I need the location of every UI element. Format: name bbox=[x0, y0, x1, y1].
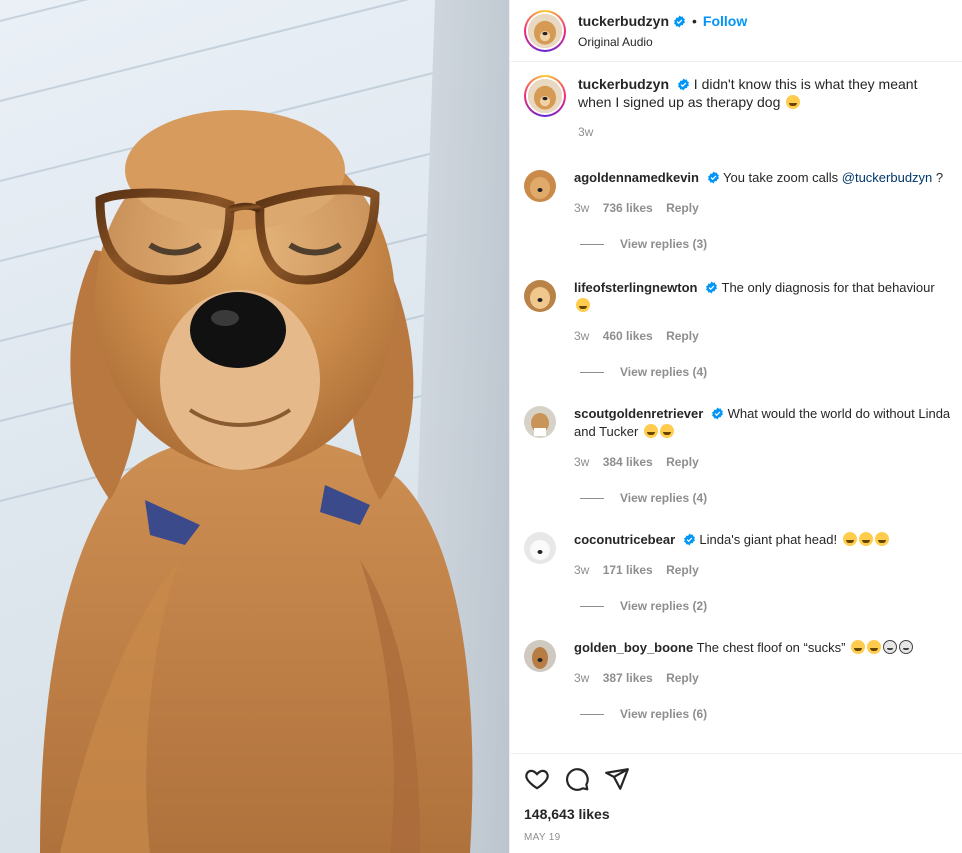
view-replies-button[interactable]: View replies (4) bbox=[574, 363, 954, 381]
comment-likes[interactable]: 736 likes bbox=[603, 201, 653, 215]
comment-suffix: ? bbox=[932, 170, 944, 185]
reply-button[interactable]: Reply bbox=[666, 329, 699, 343]
view-replies-button[interactable]: View replies (4) bbox=[574, 489, 954, 507]
comment-username[interactable]: golden_boy_boone bbox=[574, 640, 693, 655]
laughing-emoji-icon bbox=[576, 298, 590, 312]
comment-item: lifeofsterlingnewton The only diagnosis … bbox=[524, 279, 954, 381]
skull-emoji-icon bbox=[899, 640, 914, 654]
rofl-emoji-icon bbox=[874, 532, 889, 546]
comment-likes[interactable]: 384 likes bbox=[603, 455, 653, 469]
commenter-avatar[interactable] bbox=[524, 532, 556, 564]
comment-text: You take zoom calls bbox=[723, 170, 839, 185]
reply-button[interactable]: Reply bbox=[666, 563, 699, 577]
comment-age: 3w bbox=[574, 201, 590, 215]
comment-text: Linda's giant phat head! bbox=[699, 532, 838, 547]
heart-icon[interactable] bbox=[524, 766, 550, 792]
comment-icon[interactable] bbox=[564, 766, 590, 792]
caption-avatar[interactable] bbox=[524, 75, 566, 117]
comment-item: golden_boy_boone The chest floof on “suc… bbox=[524, 639, 954, 723]
commenter-avatar[interactable] bbox=[524, 170, 556, 202]
caption-age: 3w bbox=[578, 125, 594, 139]
comment-username[interactable]: coconutricebear bbox=[574, 532, 675, 547]
commenter-avatar[interactable] bbox=[524, 406, 556, 438]
laughing-emoji-icon bbox=[867, 640, 882, 654]
grimace-emoji-icon bbox=[786, 95, 801, 109]
likes-count[interactable]: 148,643 likes bbox=[524, 806, 948, 822]
comment-age: 3w bbox=[574, 563, 590, 577]
separator-dot: • bbox=[692, 13, 697, 29]
post-caption: tuckerbudzyn I didn't know this is what … bbox=[524, 75, 950, 141]
reply-button[interactable]: Reply bbox=[666, 671, 699, 685]
view-replies-button[interactable]: View replies (3) bbox=[574, 235, 954, 253]
rofl-emoji-icon bbox=[858, 532, 873, 546]
comment-age: 3w bbox=[574, 671, 590, 685]
comment-item: agoldennamedkevin You take zoom calls @t… bbox=[524, 169, 954, 253]
comment-age: 3w bbox=[574, 329, 590, 343]
author-username[interactable]: tuckerbudzyn bbox=[578, 13, 669, 29]
verified-badge-icon bbox=[677, 78, 689, 91]
verified-badge-icon bbox=[707, 171, 719, 184]
post-date: MAY 19 bbox=[524, 832, 561, 843]
reply-button[interactable]: Reply bbox=[666, 455, 699, 469]
comment-text: The chest floof on “sucks” bbox=[696, 640, 846, 655]
laughing-emoji-icon bbox=[851, 640, 866, 654]
caption-username[interactable]: tuckerbudzyn bbox=[578, 76, 669, 92]
comment-username[interactable]: lifeofsterlingnewton bbox=[574, 280, 698, 295]
verified-badge-icon bbox=[706, 281, 718, 294]
post-details-panel: tuckerbudzyn • Follow Original Audio tuc… bbox=[509, 0, 962, 853]
reply-button[interactable]: Reply bbox=[666, 201, 699, 215]
post-actions: 148,643 likes MAY 19 bbox=[510, 753, 962, 853]
comment-age: 3w bbox=[574, 455, 590, 469]
view-replies-label: View replies (6) bbox=[620, 707, 708, 721]
comment-item: scoutgoldenretriever What would the worl… bbox=[524, 405, 954, 507]
comment-item: coconutricebear Linda's giant phat head!… bbox=[524, 531, 954, 615]
view-replies-label: View replies (3) bbox=[620, 237, 708, 251]
commenter-avatar[interactable] bbox=[524, 640, 556, 672]
post-video[interactable] bbox=[0, 0, 509, 853]
comment-text: The only diagnosis for that behaviour bbox=[721, 280, 935, 295]
comment-username[interactable]: agoldennamedkevin bbox=[574, 170, 699, 185]
view-replies-button[interactable]: View replies (2) bbox=[574, 597, 954, 615]
comment-mention[interactable]: @tuckerbudzyn bbox=[842, 170, 933, 185]
view-replies-label: View replies (4) bbox=[620, 365, 708, 379]
laughing-emoji-icon bbox=[643, 424, 658, 438]
follow-button[interactable]: Follow bbox=[703, 13, 747, 29]
rofl-emoji-icon bbox=[842, 532, 857, 546]
golden-retriever-image bbox=[40, 110, 473, 853]
view-replies-label: View replies (4) bbox=[620, 491, 708, 505]
post-viewer: tuckerbudzyn • Follow Original Audio tuc… bbox=[0, 0, 962, 853]
commenter-avatar[interactable] bbox=[524, 280, 556, 312]
share-icon[interactable] bbox=[604, 766, 630, 792]
laughing-emoji-icon bbox=[659, 424, 674, 438]
view-replies-label: View replies (2) bbox=[620, 599, 708, 613]
author-avatar[interactable] bbox=[524, 10, 566, 52]
comments-list[interactable]: tuckerbudzyn I didn't know this is what … bbox=[510, 63, 962, 753]
comment-likes[interactable]: 387 likes bbox=[603, 671, 653, 685]
post-header: tuckerbudzyn • Follow Original Audio bbox=[510, 0, 962, 62]
comment-username[interactable]: scoutgoldenretriever bbox=[574, 406, 703, 421]
comment-likes[interactable]: 460 likes bbox=[603, 329, 653, 343]
verified-badge-icon bbox=[683, 533, 695, 546]
audio-label[interactable]: Original Audio bbox=[578, 35, 747, 49]
comment-likes[interactable]: 171 likes bbox=[603, 563, 653, 577]
view-replies-button[interactable]: View replies (6) bbox=[574, 705, 954, 723]
skull-emoji-icon bbox=[883, 640, 898, 654]
verified-badge-icon bbox=[712, 407, 723, 420]
verified-badge-icon bbox=[674, 15, 685, 27]
